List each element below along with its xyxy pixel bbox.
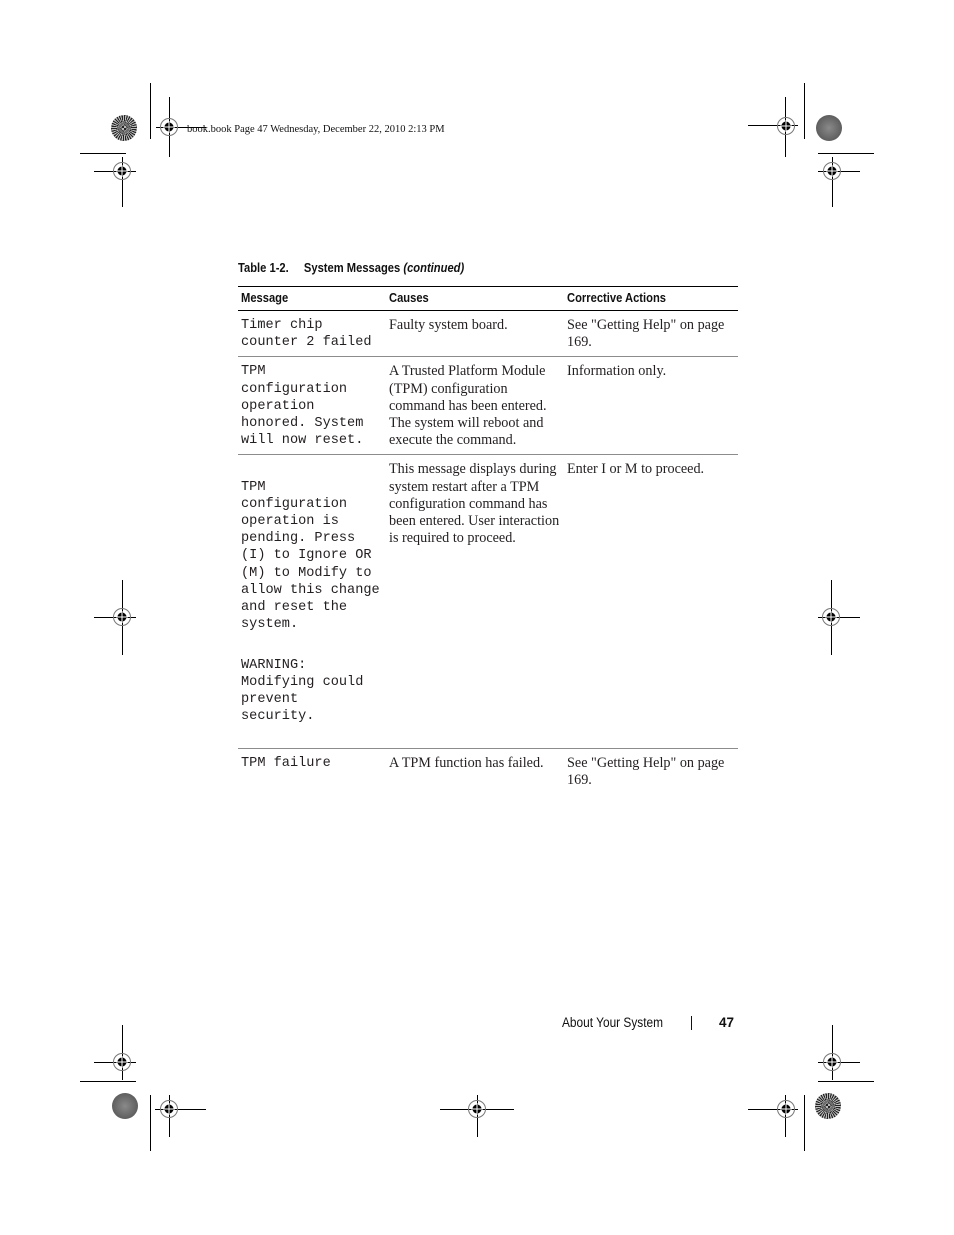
crop-line <box>818 1081 874 1082</box>
causes-cell: This message displays during system rest… <box>386 454 564 749</box>
table-row: TPM failure A TPM function has failed. S… <box>238 748 738 794</box>
registration-disc-icon <box>815 1093 841 1119</box>
registration-mark-icon <box>777 117 795 135</box>
message-warning: WARNING: Modifying could prevent securit… <box>241 657 364 725</box>
table-title: System Messages <box>303 260 401 275</box>
actions-cell: See "Getting Help" on page 169. <box>567 754 725 788</box>
header-corrective-actions: Corrective Actions <box>564 286 738 311</box>
header-label: Message <box>241 290 289 305</box>
table-number: Table 1-2. <box>238 260 289 275</box>
actions-cell: See "Getting Help" on page 169. <box>564 310 738 358</box>
message-cell: TPM configuration operation is pending. … <box>238 454 386 749</box>
message-cell: Timer chip counter 2 failed <box>238 310 386 358</box>
table-caption: Table 1-2. System Messages (continued) <box>238 260 464 275</box>
crop-line <box>80 1081 136 1082</box>
registration-mark-icon <box>160 118 178 136</box>
footer-section-title: About Your System <box>562 1015 664 1030</box>
header-label: Causes <box>389 290 429 305</box>
table-row: TPM configuration operation is pending. … <box>238 454 738 749</box>
causes-cell: Faulty system board. <box>386 310 564 358</box>
registration-disc-icon <box>112 1093 138 1119</box>
registration-mark-icon <box>823 162 841 180</box>
crop-line <box>804 83 805 139</box>
causes-cell: A Trusted Platform Module (TPM) configur… <box>386 356 564 456</box>
registration-mark-icon <box>113 1053 131 1071</box>
header-label: Corrective Actions <box>567 290 666 305</box>
actions-cell: Enter I or M to proceed. <box>564 454 738 749</box>
table-row: Timer chip counter 2 failed Faulty syste… <box>238 310 738 358</box>
crop-line <box>804 1095 805 1151</box>
table-header-row: Message Causes Corrective Actions <box>238 286 738 311</box>
message-text: TPM failure <box>241 755 331 771</box>
message-cell: TPM failure <box>238 748 386 794</box>
system-messages-table: Message Causes Corrective Actions Timer … <box>238 286 738 794</box>
crop-line <box>150 83 151 139</box>
causes-cell: A TPM function has failed. <box>389 754 544 771</box>
message-text: Timer chip counter 2 failed <box>241 318 372 351</box>
registration-mark-icon <box>113 162 131 180</box>
registration-mark-icon <box>777 1100 795 1118</box>
message-text: TPM configuration operation is pending. … <box>241 479 380 633</box>
table-row: TPM configuration operation honored. Sys… <box>238 356 738 456</box>
footer-divider <box>691 1016 692 1030</box>
registration-mark-icon <box>160 1100 178 1118</box>
page-number: 47 <box>719 1015 735 1030</box>
crop-line <box>818 153 874 154</box>
header-message: Message <box>238 286 386 311</box>
registration-mark-icon <box>468 1100 486 1118</box>
registration-mark-icon <box>822 608 840 626</box>
registration-mark-icon <box>113 608 131 626</box>
message-text: TPM configuration operation honored. Sys… <box>241 364 364 449</box>
crop-line <box>150 1095 151 1151</box>
table-title-suffix: (continued) <box>403 260 465 275</box>
registration-disc-icon <box>111 115 137 141</box>
header-causes: Causes <box>386 286 564 311</box>
actions-cell: Information only. <box>564 356 738 456</box>
registration-disc-icon <box>816 115 842 141</box>
crop-line <box>80 153 126 154</box>
registration-mark-icon <box>823 1053 841 1071</box>
print-slug: book.book Page 47 Wednesday, December 22… <box>187 124 445 135</box>
message-cell: TPM configuration operation honored. Sys… <box>238 356 386 456</box>
